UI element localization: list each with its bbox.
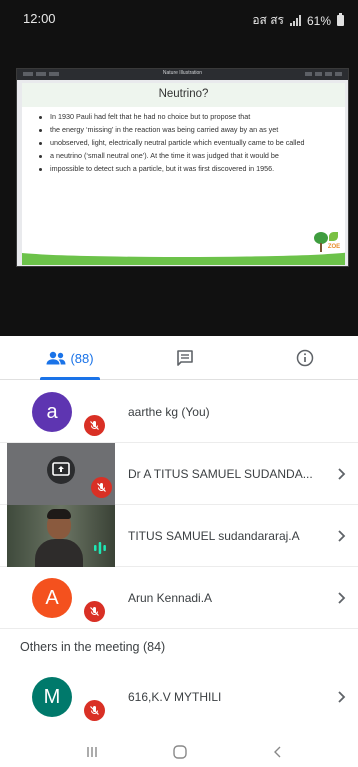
chevron-right-icon[interactable] [332, 465, 350, 483]
others-heading: Others in the meeting (84) [20, 640, 166, 654]
battery-text: 61% [306, 13, 331, 28]
zoe-logo: ZOE [325, 232, 343, 250]
battery-icon [337, 13, 344, 26]
recents-icon [87, 747, 97, 757]
slide-bullet: a neutrino (‘small neutral one’). At the… [37, 151, 337, 161]
tab-chat[interactable] [160, 336, 210, 380]
people-icon [46, 351, 66, 365]
present-screen-icon [52, 462, 70, 476]
active-tab-indicator [40, 377, 100, 380]
mic-muted-icon [91, 477, 112, 498]
presentation-window-title: Nature Illustration [162, 70, 203, 76]
person-shoulders [35, 539, 83, 567]
slide-title-box: Neutrino? [22, 83, 345, 107]
chevron-right-icon[interactable] [332, 688, 350, 706]
recents-button[interactable] [82, 744, 102, 760]
status-bar: 12:00 อส สร 61% [0, 0, 358, 40]
avatar-initial: A [45, 586, 59, 609]
participant-row[interactable]: A Arun Kennadi.A [0, 567, 358, 629]
system-nav-bar [0, 738, 358, 767]
back-button[interactable] [268, 744, 288, 760]
avatar-initial: a [46, 400, 58, 423]
slide-bullet: impossible to detect such a particle, bu… [37, 164, 337, 174]
participant-name: Dr A TITUS SAMUEL SUDANDA... [128, 467, 313, 481]
participant-name: 616,K.V MYTHILI [128, 690, 222, 704]
chat-icon [177, 350, 193, 366]
participant-name: Arun Kennadi.A [128, 591, 213, 605]
participant-thumbnail [7, 505, 115, 567]
participant-name: TITUS SAMUEL sudandararaj.A [128, 529, 300, 543]
tab-info[interactable] [280, 336, 330, 380]
chevron-right-icon[interactable] [332, 527, 350, 545]
video-area[interactable]: 12:00 อส สร 61% Nature Illustration Neut… [0, 0, 358, 336]
participant-name: aarthe kg (You) [128, 405, 210, 419]
slide-bullet: In 1930 Pauli had felt that he had no ch… [37, 112, 337, 122]
toolbar-right-icons [305, 72, 342, 76]
tab-people[interactable]: (88) [20, 336, 120, 380]
slide: Neutrino? In 1930 Pauli had felt that he… [22, 83, 345, 265]
people-count: (88) [70, 350, 94, 366]
slide-title: Neutrino? [158, 88, 209, 100]
shared-screen[interactable]: Nature Illustration Neutrino? In 1930 Pa… [16, 68, 349, 267]
slide-bullet: the energy ‘missing’ in the reaction was… [37, 125, 337, 135]
mic-muted-icon [84, 601, 105, 622]
participant-row[interactable]: a aarthe kg (You) [0, 381, 358, 443]
presentation-toolbar: Nature Illustration [17, 69, 348, 80]
home-icon [173, 745, 187, 759]
home-button[interactable] [170, 744, 190, 760]
zoe-logo-text: ZOE [327, 244, 341, 250]
status-indicators: อส สร 61% [252, 11, 344, 30]
slide-grass-wave [22, 245, 345, 257]
person-hair [47, 509, 71, 519]
participant-row[interactable]: TITUS SAMUEL sudandararaj.A [0, 505, 358, 567]
signal-icon [289, 15, 301, 26]
speaking-icon [94, 542, 106, 554]
chevron-right-icon[interactable] [332, 589, 350, 607]
status-glyphs: อส สร [252, 13, 284, 27]
status-time: 12:00 [23, 11, 56, 26]
avatar: A [32, 578, 72, 618]
mic-muted-icon [84, 415, 105, 436]
slide-bullet: unobserved, light, electrically neutral … [37, 138, 337, 148]
participant-row[interactable]: Dr A TITUS SAMUEL SUDANDA... [0, 443, 358, 505]
info-icon [296, 349, 314, 367]
avatar: a [32, 392, 72, 432]
tab-bar: (88) [0, 336, 358, 380]
participant-row[interactable]: M 616,K.V MYTHILI [0, 666, 358, 728]
mic-muted-icon [84, 700, 105, 721]
back-icon [274, 746, 281, 758]
participant-thumbnail [7, 443, 115, 505]
slide-bullets: In 1930 Pauli had felt that he had no ch… [37, 112, 337, 177]
avatar-initial: M [43, 685, 61, 708]
avatar: M [32, 677, 72, 717]
